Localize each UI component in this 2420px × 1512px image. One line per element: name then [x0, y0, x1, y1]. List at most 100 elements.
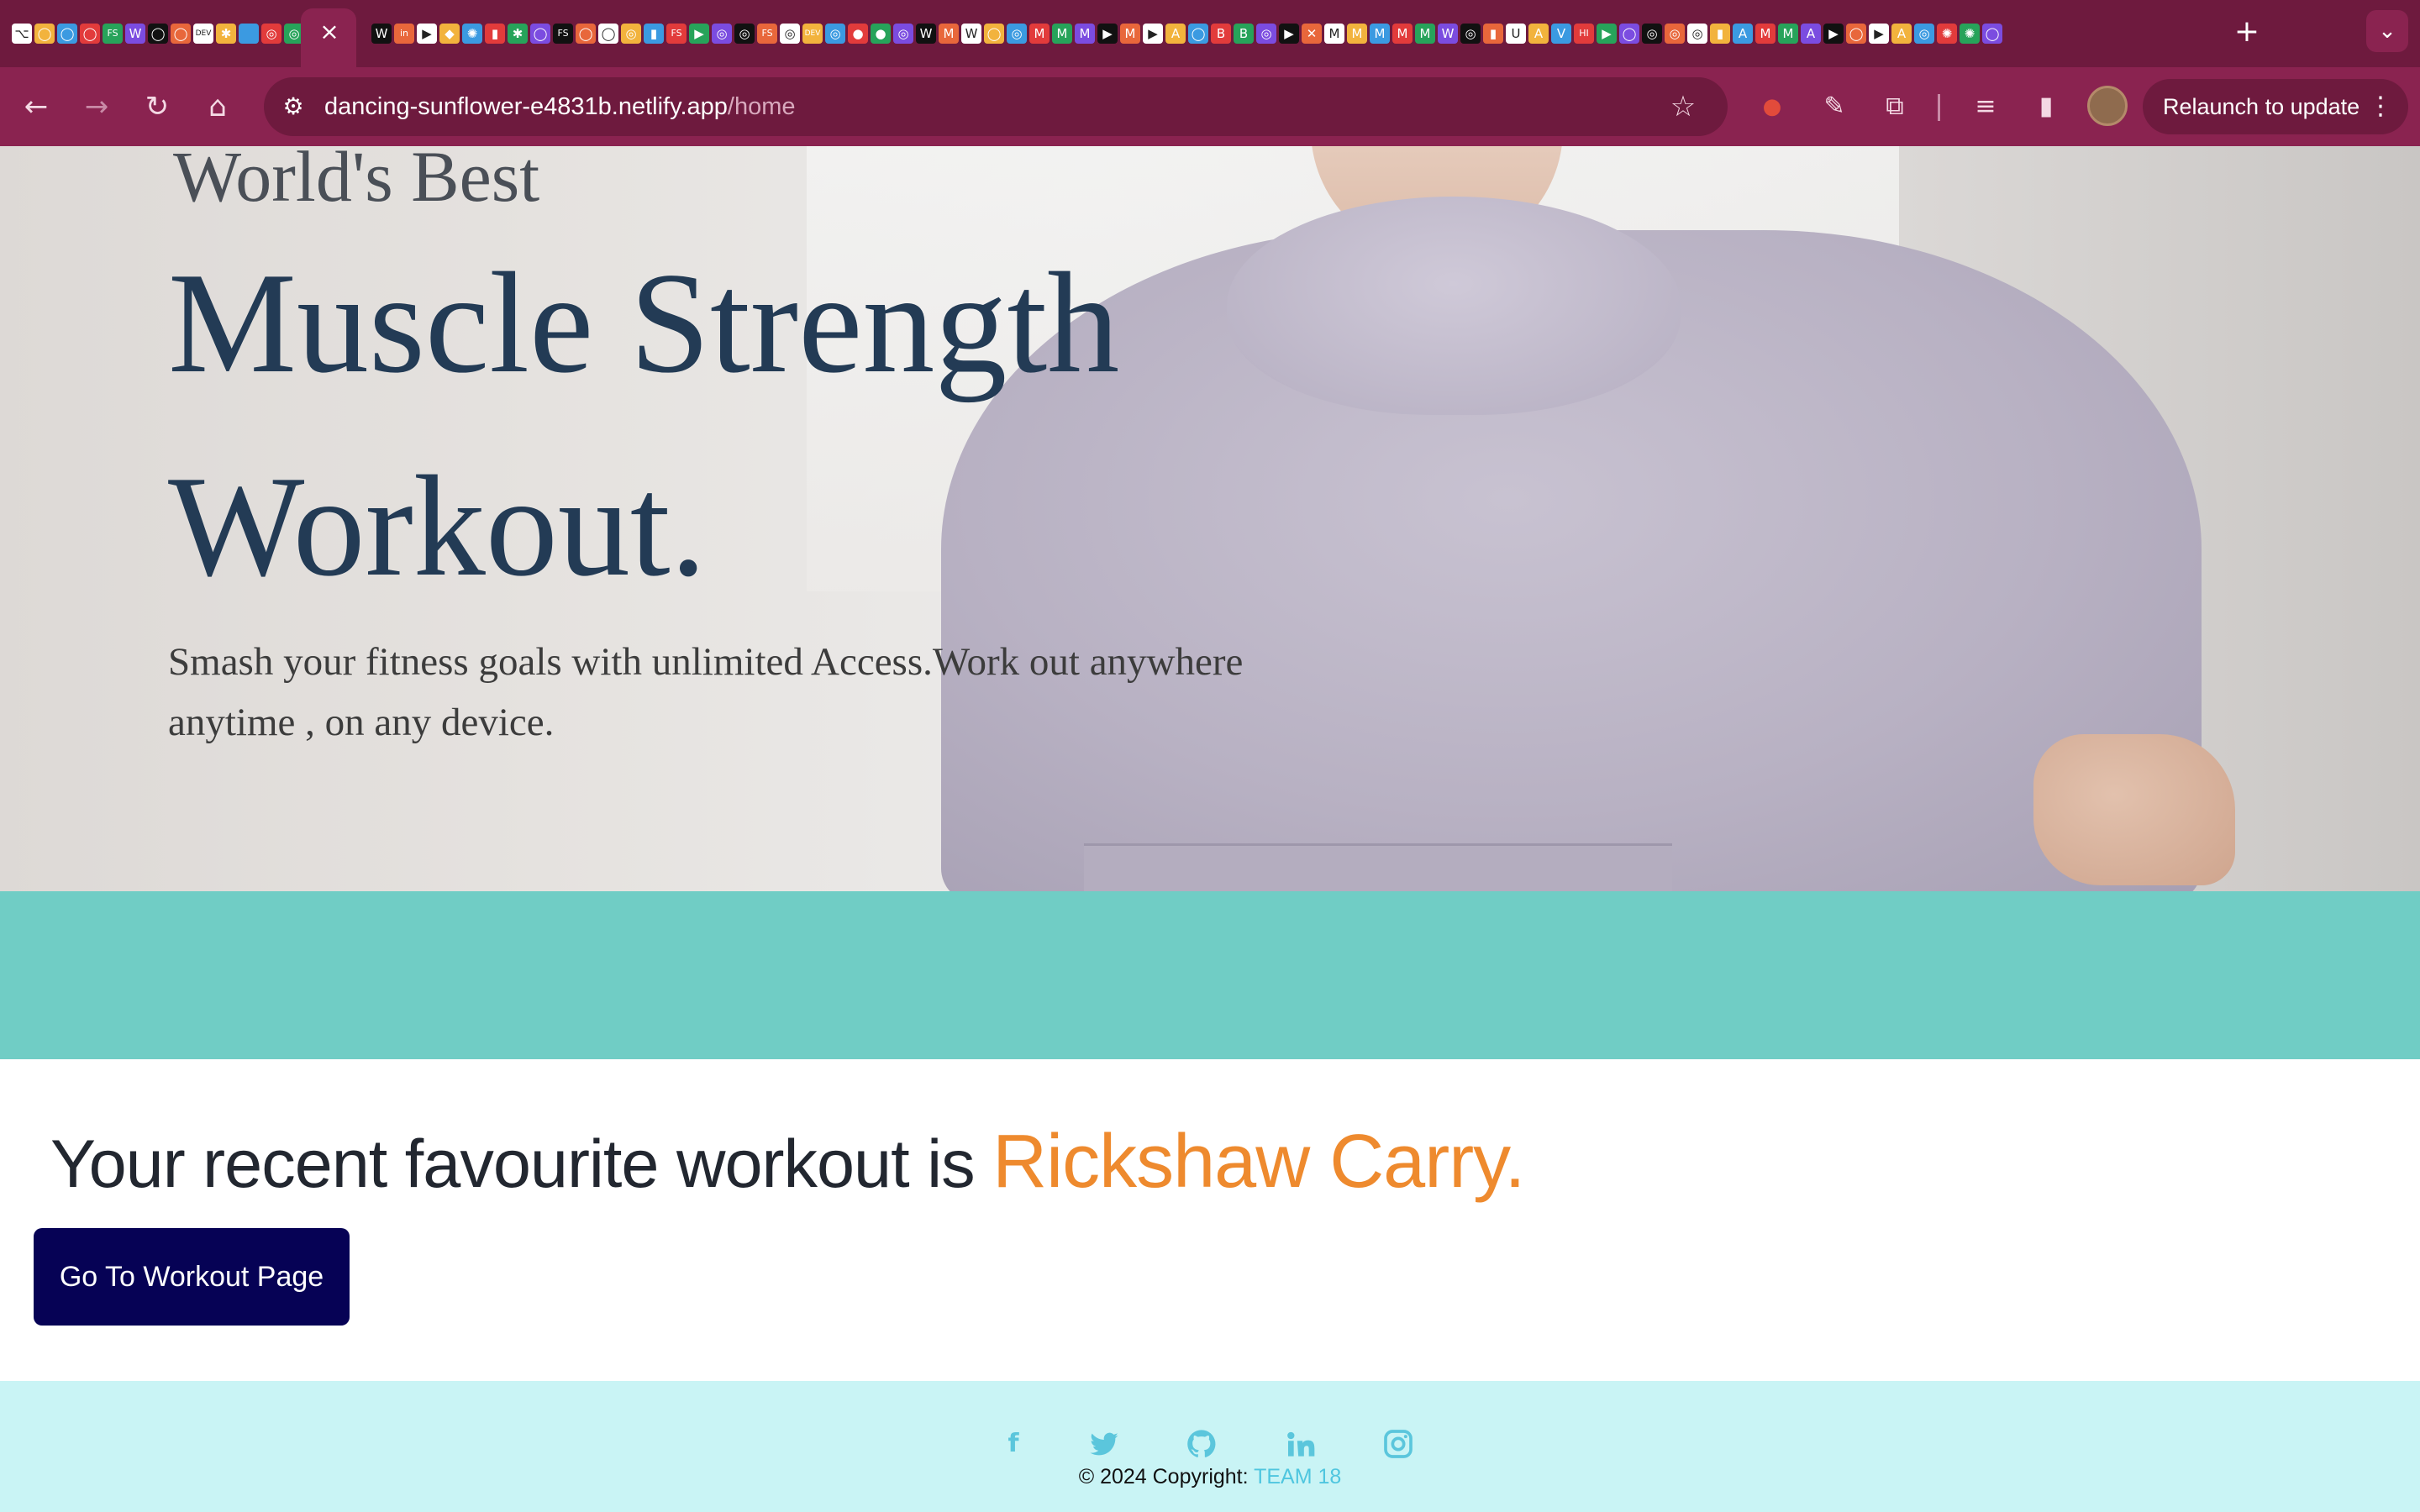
home-icon[interactable]: ⌂ [197, 86, 239, 128]
pinned-tab-favicon-icon[interactable]: ▶ [1143, 24, 1163, 44]
twitter-icon[interactable] [1079, 1423, 1129, 1465]
pinned-tab-favicon-icon[interactable]: ◎ [1460, 24, 1481, 44]
pinned-tab-favicon-icon[interactable]: ◯ [171, 24, 191, 44]
pinned-tab-favicon-icon[interactable]: ▶ [1279, 24, 1299, 44]
relaunch-to-update-button[interactable]: Relaunch to update ⋮ [2143, 79, 2408, 134]
back-icon[interactable]: ← [15, 86, 57, 128]
pinned-tab-favicon-icon[interactable]: ◯ [148, 24, 168, 44]
pinned-tab-favicon-icon[interactable]: ▮ [644, 24, 664, 44]
pinned-tab-favicon-icon[interactable]: ▶ [689, 24, 709, 44]
pinned-tab-favicon-icon[interactable]: M [939, 24, 959, 44]
pinned-tab-favicon-icon[interactable]: FS [757, 24, 777, 44]
pinned-tab-favicon-icon[interactable]: A [1528, 24, 1549, 44]
pinned-tab-favicon-icon[interactable]: M [1324, 24, 1344, 44]
pinned-tab-favicon-icon[interactable]: U [1506, 24, 1526, 44]
pinned-tab-favicon-icon[interactable]: ✺ [462, 24, 482, 44]
pinned-tab-favicon-icon[interactable]: ▶ [1597, 24, 1617, 44]
pinned-tab-favicon-icon[interactable]: ▶ [1869, 24, 1889, 44]
pinned-tab-favicon-icon[interactable]: W [371, 24, 392, 44]
pinned-tab-favicon-icon[interactable]: ◯ [1982, 24, 2002, 44]
url-text[interactable]: dancing-sunflower-e4831b.netlify.app/hom… [324, 77, 796, 136]
pinned-tab-favicon-icon[interactable]: ⌥ [12, 24, 32, 44]
pinned-tab-favicon-icon[interactable]: ◯ [1188, 24, 1208, 44]
pinned-tab-favicon-icon[interactable]: M [1075, 24, 1095, 44]
pinned-tab-favicon-icon[interactable]: ◯ [598, 24, 618, 44]
pinned-tab-favicon-icon[interactable]: A [1733, 24, 1753, 44]
pinned-tab-favicon-icon[interactable]: in [394, 24, 414, 44]
pinned-tab-favicon-icon[interactable]: ● [848, 24, 868, 44]
forward-icon[interactable]: → [76, 86, 118, 128]
tab-search-button[interactable]: ⌄ [2366, 10, 2408, 52]
pinned-tab-favicon-icon[interactable]: M [1370, 24, 1390, 44]
pinned-tab-favicon-icon[interactable]: ◎ [1665, 24, 1685, 44]
pinned-tab-favicon-icon[interactable] [239, 24, 259, 44]
new-tab-button[interactable]: + [2230, 15, 2264, 49]
pinned-tab-favicon-icon[interactable]: HI [1574, 24, 1594, 44]
pinned-tab-favicon-icon[interactable]: M [1392, 24, 1413, 44]
linkedin-icon[interactable] [1276, 1423, 1326, 1465]
pinned-tab-favicon-icon[interactable]: ✱ [508, 24, 528, 44]
browser-menu-icon[interactable]: ⋮ [2368, 79, 2393, 134]
pinned-tab-favicon-icon[interactable]: ◯ [80, 24, 100, 44]
pinned-tab-favicon-icon[interactable]: ◎ [712, 24, 732, 44]
pinned-tab-favicon-icon[interactable]: ▶ [1823, 24, 1844, 44]
pinned-tab-favicon-icon[interactable]: ✺ [1937, 24, 1957, 44]
facebook-icon[interactable]: f [988, 1423, 1039, 1465]
pinned-tab-favicon-icon[interactable]: ◯ [57, 24, 77, 44]
pinned-tab-favicon-icon[interactable]: A [1801, 24, 1821, 44]
pinned-tab-favicon-icon[interactable]: ◎ [780, 24, 800, 44]
go-to-workout-page-button[interactable]: Go To Workout Page [34, 1228, 350, 1326]
extension-adblock-icon[interactable]: ● [1751, 86, 1793, 128]
pinned-tab-favicon-icon[interactable]: ◎ [261, 24, 281, 44]
side-panel-icon[interactable]: ▮ [2025, 86, 2067, 128]
pinned-tab-favicon-icon[interactable]: A [1165, 24, 1186, 44]
pinned-tab-favicon-icon[interactable]: ◯ [1846, 24, 1866, 44]
pinned-tab-favicon-icon[interactable]: ✺ [1960, 24, 1980, 44]
site-info-icon[interactable]: ⚙ [272, 86, 314, 128]
reload-icon[interactable]: ↻ [136, 86, 178, 128]
instagram-icon[interactable] [1373, 1423, 1423, 1465]
pinned-tab-favicon-icon[interactable]: FS [666, 24, 687, 44]
pinned-tab-favicon-icon[interactable]: W [916, 24, 936, 44]
pinned-tab-favicon-icon[interactable]: B [1234, 24, 1254, 44]
pinned-tab-favicon-icon[interactable]: B [1211, 24, 1231, 44]
pinned-tab-favicon-icon[interactable]: W [125, 24, 145, 44]
pinned-tab-favicon-icon[interactable]: DEV [802, 24, 823, 44]
pinned-tab-favicon-icon[interactable]: ◯ [576, 24, 596, 44]
pinned-tab-favicon-icon[interactable]: M [1755, 24, 1776, 44]
pinned-tab-favicon-icon[interactable]: M [1029, 24, 1050, 44]
pinned-tab-favicon-icon[interactable]: ▮ [485, 24, 505, 44]
pinned-tab-favicon-icon[interactable]: M [1120, 24, 1140, 44]
pinned-tab-favicon-icon[interactable]: ✱ [216, 24, 236, 44]
pinned-tab-favicon-icon[interactable]: W [1438, 24, 1458, 44]
pinned-tab-favicon-icon[interactable]: ◎ [734, 24, 755, 44]
github-icon[interactable] [1176, 1423, 1227, 1465]
pinned-tab-favicon-icon[interactable]: ● [871, 24, 891, 44]
pinned-tab-favicon-icon[interactable]: ◎ [893, 24, 913, 44]
pinned-tab-favicon-icon[interactable]: ▶ [417, 24, 437, 44]
pinned-tab-favicon-icon[interactable]: ◎ [1642, 24, 1662, 44]
pinned-tab-favicon-icon[interactable]: V [1551, 24, 1571, 44]
pinned-tab-favicon-icon[interactable]: ◯ [984, 24, 1004, 44]
pinned-tab-favicon-icon[interactable]: FS [103, 24, 123, 44]
pinned-tab-favicon-icon[interactable]: ◯ [1619, 24, 1639, 44]
pinned-tab-favicon-icon[interactable]: ◎ [1687, 24, 1707, 44]
pinned-tab-favicon-icon[interactable]: M [1778, 24, 1798, 44]
pinned-tab-favicon-icon[interactable]: DEV [193, 24, 213, 44]
extension-eyedropper-icon[interactable]: ✎ [1813, 86, 1855, 128]
profile-avatar[interactable] [2087, 86, 2128, 126]
pinned-tab-favicon-icon[interactable]: ◯ [530, 24, 550, 44]
close-tab-icon[interactable]: × [314, 17, 345, 47]
pinned-tab-favicon-icon[interactable]: ✕ [1302, 24, 1322, 44]
pinned-tab-favicon-icon[interactable]: ▮ [1710, 24, 1730, 44]
media-controls-icon[interactable]: ≡ [1965, 86, 2007, 128]
pinned-tab-favicon-icon[interactable]: ◎ [1914, 24, 1934, 44]
pinned-tab-favicon-icon[interactable]: M [1415, 24, 1435, 44]
pinned-tab-favicon-icon[interactable]: W [961, 24, 981, 44]
pinned-tab-favicon-icon[interactable]: A [1891, 24, 1912, 44]
address-bar[interactable]: ⚙ dancing-sunflower-e4831b.netlify.app/h… [264, 77, 1728, 136]
pinned-tab-favicon-icon[interactable]: ◎ [621, 24, 641, 44]
bookmark-star-icon[interactable]: ☆ [1662, 86, 1704, 128]
pinned-tab-favicon-icon[interactable]: M [1052, 24, 1072, 44]
team-link[interactable]: TEAM 18 [1254, 1465, 1341, 1488]
